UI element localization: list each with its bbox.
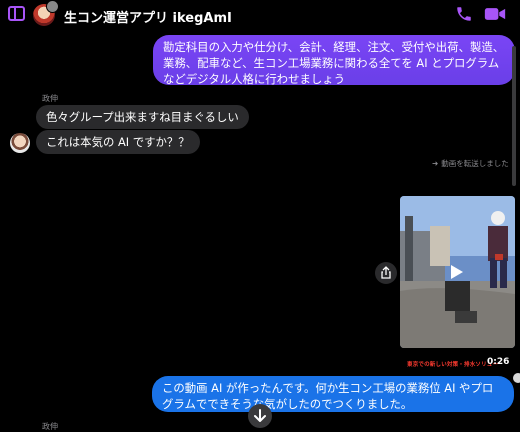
sender-name: 政伸 xyxy=(42,422,58,431)
message-text: 色々グループ出来ますね目まぐるしい xyxy=(46,110,239,124)
video-duration: 0:26 xyxy=(487,357,510,367)
share-button[interactable] xyxy=(375,262,397,284)
message-text: この動画 AI が作ったんです。何か生コン工場の業務位 AI やプログラムででき… xyxy=(162,381,494,411)
forwarded-text: 動画を転送しました xyxy=(441,159,509,168)
video-caption: 東京での新しい対策・排水ソリュー xyxy=(407,362,499,368)
share-icon xyxy=(381,266,391,279)
chat-header: 生コン運営アプリ ikegAmI xyxy=(0,0,520,30)
outgoing-message[interactable]: この動画 AI が作ったんです。何か生コン工場の業務位 AI やプログラムででき… xyxy=(152,376,514,412)
message-text: これは本気の AI ですか？？ xyxy=(46,135,190,149)
scrollbar[interactable] xyxy=(512,46,516,186)
video-camera-icon[interactable] xyxy=(484,6,506,22)
sender-name: 政伸 xyxy=(42,94,58,103)
scroll-knob[interactable] xyxy=(513,373,520,383)
group-avatar[interactable] xyxy=(33,0,59,26)
message-text: 勘定科目の入力や仕分け、会計、経理、注文、受付や出荷、製造、業務、配車など、生コ… xyxy=(163,40,505,86)
scroll-to-bottom-button[interactable] xyxy=(248,404,272,428)
arrow-down-icon xyxy=(254,409,266,422)
forward-arrow-icon: ➜ xyxy=(432,159,439,168)
sidebar-toggle-icon[interactable] xyxy=(8,6,25,21)
sender-avatar[interactable] xyxy=(10,133,30,153)
play-icon[interactable] xyxy=(450,264,464,280)
group-avatar-secondary xyxy=(46,0,59,13)
video-attachment[interactable] xyxy=(400,196,515,348)
forwarded-notice: ➜ 動画を転送しました xyxy=(432,158,509,169)
outgoing-message[interactable]: 勘定科目の入力や仕分け、会計、経理、注文、受付や出荷、製造、業務、配車など、生コ… xyxy=(153,35,515,86)
phone-icon[interactable] xyxy=(455,5,473,23)
incoming-message[interactable]: これは本気の AI ですか？？ xyxy=(36,130,200,154)
chat-title[interactable]: 生コン運営アプリ ikegAmI xyxy=(64,7,232,26)
incoming-message[interactable]: 色々グループ出来ますね目まぐるしい xyxy=(36,105,249,129)
